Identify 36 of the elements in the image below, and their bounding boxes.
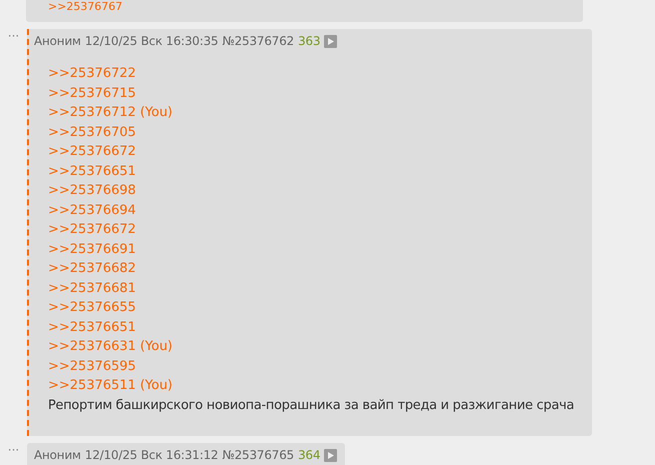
own-post-marker: (You)	[140, 338, 173, 356]
reply-link[interactable]: >>25376651	[48, 318, 136, 337]
reply-link[interactable]: >>25376655	[48, 298, 136, 318]
reply-link[interactable]: >>25376631	[48, 337, 136, 356]
reply-link[interactable]: >>25376511	[48, 376, 136, 396]
expand-button[interactable]	[324, 34, 338, 48]
post-text: Репортим башкирского новиопа-порашника за вайп треда и разжигание срача	[48, 396, 574, 414]
reply-link[interactable]: >>25376712	[48, 103, 136, 122]
post-number[interactable]: №25376762	[222, 33, 294, 49]
reply-link[interactable]: >>25376715	[48, 84, 136, 103]
reply-link[interactable]: >>25376651	[48, 162, 136, 181]
post-menu[interactable]: ···	[0, 29, 27, 43]
post-date: 12/10/25 Вск 16:31:12	[84, 447, 218, 463]
reply-link[interactable]: >>25376694	[48, 200, 136, 220]
post-number[interactable]: №25376765	[222, 447, 294, 463]
reply-link[interactable]: >>25376691	[48, 240, 136, 259]
reply-link[interactable]: >>25376672	[48, 142, 136, 162]
post-menu[interactable]: ···	[0, 443, 27, 457]
play-icon	[328, 452, 334, 458]
own-post-marker: (You)	[140, 377, 173, 395]
expand-button[interactable]	[324, 448, 338, 462]
reply-count: 363	[298, 33, 320, 49]
reply-link[interactable]: >>25376595	[48, 356, 136, 376]
own-post-marker: (You)	[140, 104, 173, 122]
reply-link[interactable]: >>25376672	[48, 220, 136, 240]
post-author: Аноним	[34, 447, 81, 463]
reply-link[interactable]: >>25376682	[48, 259, 136, 278]
play-icon	[328, 38, 334, 44]
reply-link[interactable]: >>25376681	[48, 278, 136, 298]
reply-link[interactable]: >>25376698	[48, 181, 136, 200]
reply-link[interactable]: >>25376705	[48, 122, 136, 142]
reply-count: 364	[298, 447, 320, 463]
reply-link[interactable]: >>25376767	[48, 0, 122, 13]
post-author: Аноним	[34, 33, 81, 49]
post-date: 12/10/25 Вск 16:30:35	[84, 33, 218, 49]
reply-link[interactable]: >>25376722	[48, 64, 136, 84]
